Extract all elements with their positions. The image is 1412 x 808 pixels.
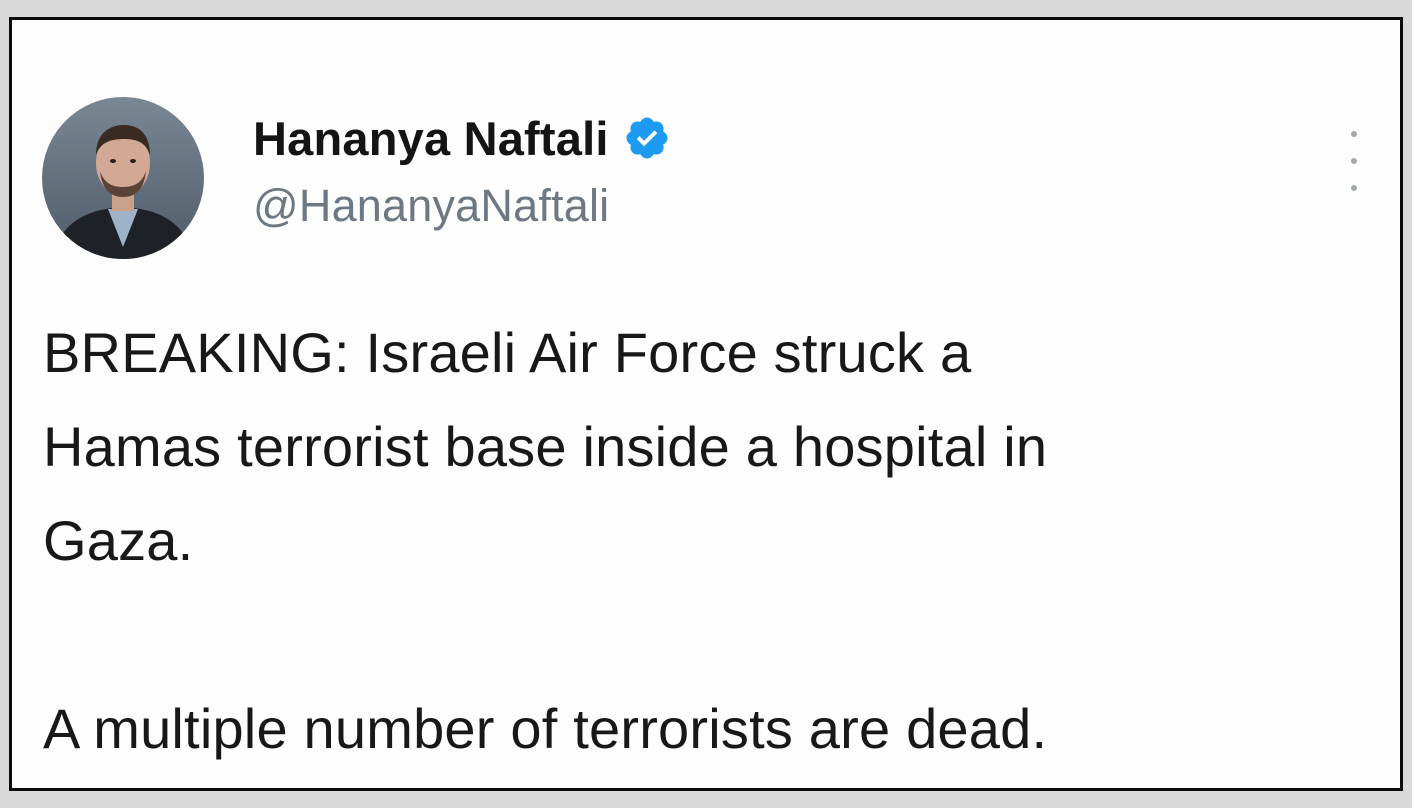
author-handle[interactable]: @HananyaNaftali [253,180,609,232]
more-dot [1351,158,1357,164]
avatar-image [42,97,204,259]
more-dot [1351,131,1357,137]
tweet-text-line: Hamas terrorist base inside a hospital i… [43,415,1048,478]
tweet-card: Hananya Naftali @HananyaNaftali BREAKING… [9,17,1403,791]
tweet-text-line: Gaza. [43,509,194,572]
more-options-icon[interactable] [1336,131,1372,191]
avatar[interactable] [42,97,204,259]
more-dot [1351,185,1357,191]
author-display-name[interactable]: Hananya Naftali [253,111,609,166]
tweet-text-line: BREAKING: Israeli Air Force struck a [43,321,972,384]
verified-badge-icon[interactable] [623,114,671,162]
tweet-second-paragraph: A multiple number of terrorists are dead… [43,697,1048,760]
author-name-row: Hananya Naftali [253,110,671,166]
tweet-body: BREAKING: Israeli Air Force struck a Ham… [43,306,1393,776]
